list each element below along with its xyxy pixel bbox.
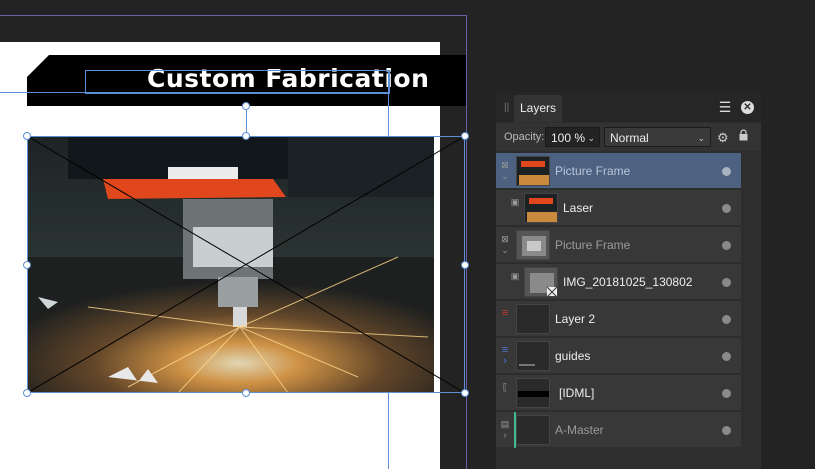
layer-type-icon: ≡ ›: [501, 344, 509, 367]
layer-name: Layer 2: [555, 312, 596, 326]
chevron-down-icon[interactable]: ⌄: [697, 128, 705, 148]
visibility-toggle[interactable]: [722, 167, 731, 176]
opacity-value: 100 %: [551, 131, 586, 145]
master-type-icon: ▤ ›: [500, 419, 510, 440]
layer-row-img[interactable]: ▣ IMG_20181025_130802: [496, 263, 741, 299]
layer-name: guides: [555, 349, 591, 363]
gear-icon[interactable]: ⚙: [717, 130, 729, 146]
layer-row-idml[interactable]: ⟦ [IDML]: [496, 374, 741, 410]
layer-row-picture-frame[interactable]: ⊠ ⌄ Picture Frame: [496, 226, 741, 262]
visibility-toggle[interactable]: [722, 241, 731, 250]
layer-name: A-Master: [555, 423, 604, 437]
layer-name: Picture Frame: [555, 164, 631, 178]
layers-list: ⊠ ⌄ Picture Frame ▣ Laser ⊠ ⌄ Picture Fram…: [496, 152, 741, 448]
layer-row-laser[interactable]: ▣ Laser: [496, 189, 741, 225]
visibility-toggle[interactable]: [722, 426, 731, 435]
image-type-icon: ▣: [510, 271, 520, 281]
panel-close-icon[interactable]: ✕: [741, 101, 754, 114]
frame-type-icon: ⊠ ⌄: [501, 160, 509, 181]
layer-thumbnail: [516, 415, 550, 445]
resize-handle-top[interactable]: [242, 132, 250, 140]
resize-handle-right[interactable]: [461, 261, 469, 269]
frame-type-icon: ⊠ ⌄: [501, 234, 509, 255]
rotation-handle[interactable]: [242, 102, 250, 110]
panel-menu-icon[interactable]: ☰: [717, 99, 733, 115]
visibility-toggle[interactable]: [722, 315, 731, 324]
resize-handle-bottom-right[interactable]: [461, 389, 469, 397]
blend-mode-value: Normal: [610, 131, 649, 145]
visibility-toggle[interactable]: [722, 389, 731, 398]
opacity-row: Opacity: 100 % ⌄ Normal ⌄ ⚙: [496, 123, 761, 151]
layer-name: IMG_20181025_130802: [563, 275, 693, 289]
visibility-toggle[interactable]: [722, 278, 731, 287]
layers-panel: || Layers ☰ ✕ Opacity: 100 % ⌄ Normal ⌄ …: [496, 92, 761, 469]
layer-row-a-master[interactable]: ▤ › A-Master: [496, 411, 741, 448]
layer-thumbnail: [524, 193, 558, 223]
resize-handle-left[interactable]: [23, 261, 31, 269]
layer-name: Picture Frame: [555, 238, 631, 252]
panel-grip-icon[interactable]: ||: [504, 102, 509, 113]
tab-layers[interactable]: Layers: [514, 95, 563, 122]
layer-row-guides[interactable]: ≡ › guides: [496, 337, 741, 373]
opacity-field[interactable]: 100 % ⌄: [545, 127, 600, 147]
layer-thumbnail: [524, 267, 558, 297]
resize-handle-bottom-left[interactable]: [23, 389, 31, 397]
panel-scroll-area[interactable]: [741, 152, 761, 452]
layer-row-layer-2[interactable]: ≡ Layer 2: [496, 300, 741, 336]
chevron-down-icon[interactable]: ⌄: [587, 128, 595, 148]
visibility-toggle[interactable]: [722, 352, 731, 361]
layer-row-picture-frame[interactable]: ⊠ ⌄ Picture Frame: [496, 152, 741, 188]
layer-thumbnail: [516, 304, 550, 334]
layer-type-icon: ≡: [501, 307, 509, 319]
layer-thumbnail: [516, 156, 550, 186]
visibility-toggle[interactable]: [722, 204, 731, 213]
layer-thumbnail: [516, 378, 550, 408]
resize-handle-bottom[interactable]: [242, 389, 250, 397]
layer-name: Laser: [563, 201, 594, 215]
blend-mode-select[interactable]: Normal ⌄: [604, 127, 711, 147]
resize-handle-top-left[interactable]: [23, 132, 31, 140]
group-type-icon: ⟦: [502, 382, 508, 392]
opacity-label: Opacity:: [504, 131, 545, 143]
resize-handle-top-right[interactable]: [461, 132, 469, 140]
image-type-icon: ▣: [510, 197, 520, 207]
layer-thumbnail: [516, 341, 550, 371]
selection-bounding-box[interactable]: [27, 136, 465, 393]
panel-header: || Layers ☰ ✕: [496, 92, 761, 122]
layer-thumbnail: [516, 230, 550, 260]
lock-icon[interactable]: [739, 129, 748, 141]
layer-name: [IDML]: [559, 386, 595, 400]
